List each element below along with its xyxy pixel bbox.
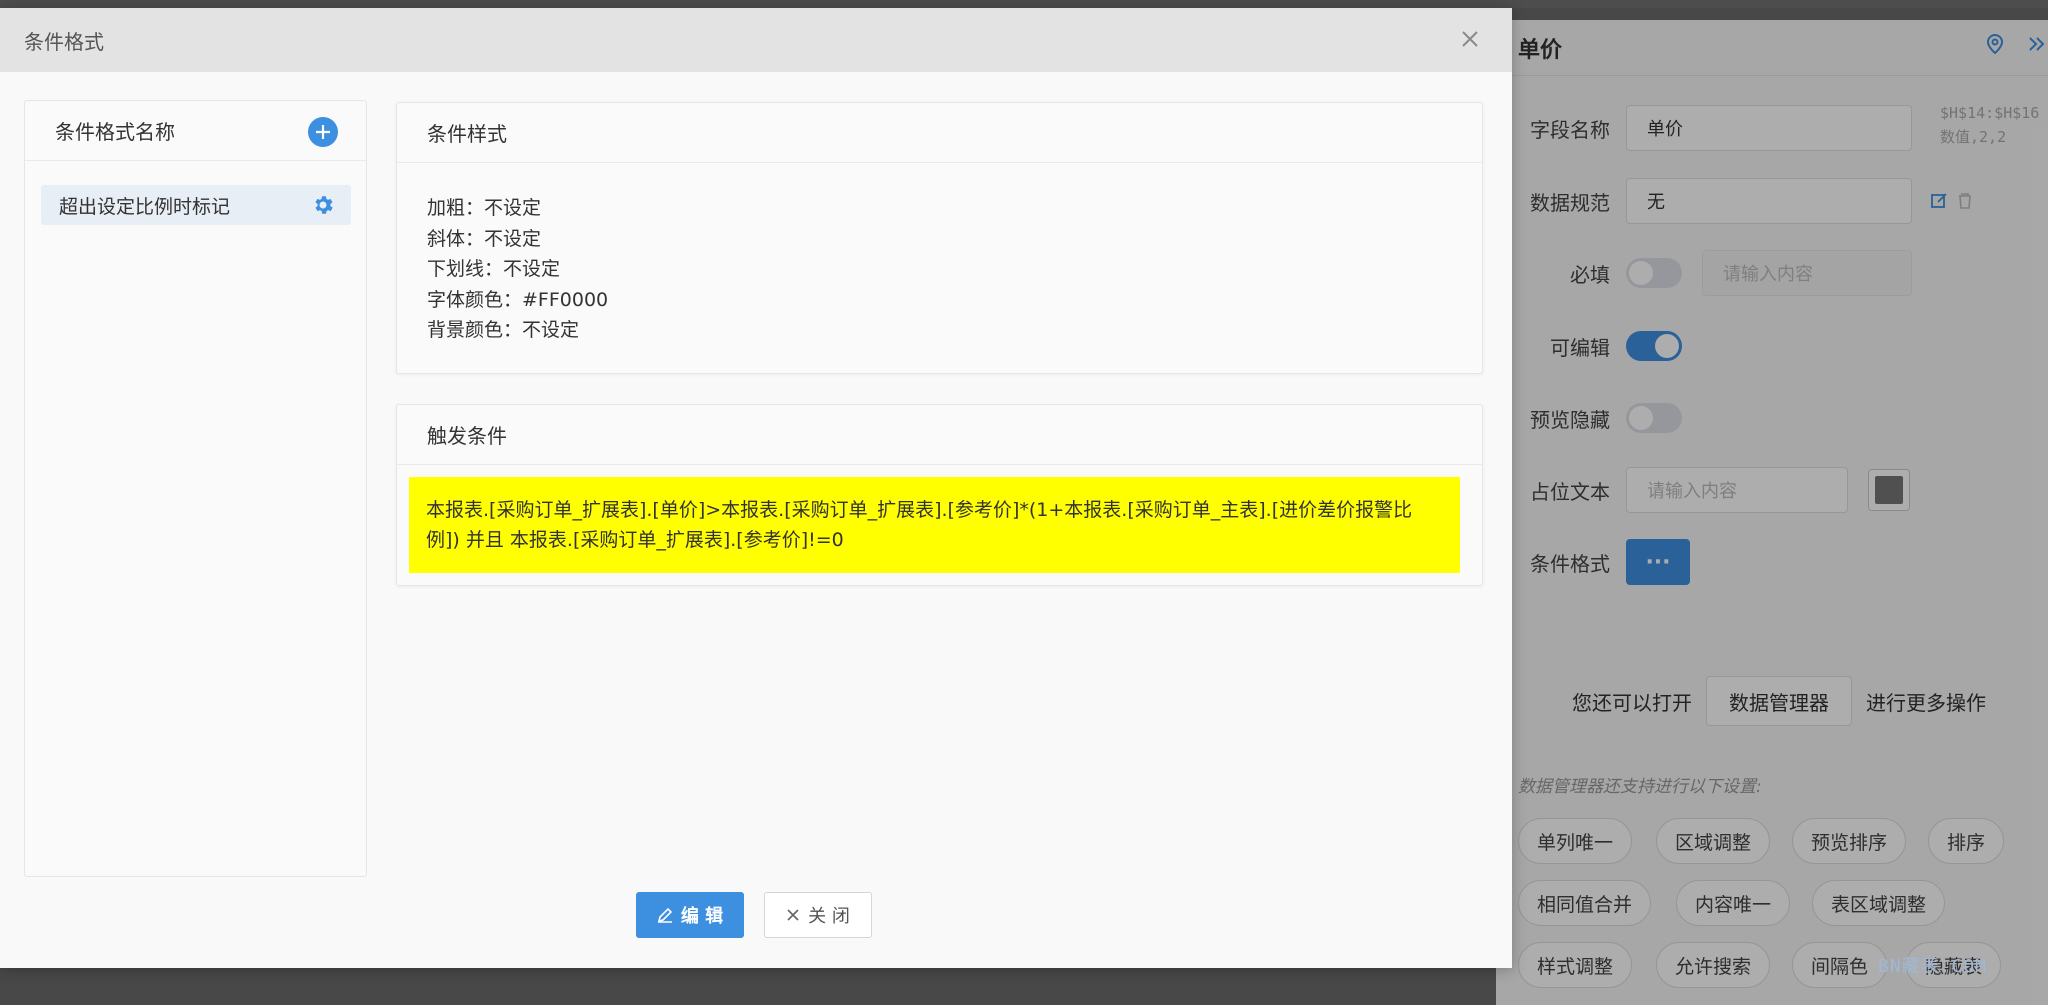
trigger-card: 触发条件 本报表.[采购订单_扩展表].[单价]>本报表.[采购订单_扩展表].… xyxy=(396,404,1483,586)
close-icon[interactable] xyxy=(1458,28,1482,52)
format-list-title: 条件格式名称 xyxy=(55,120,175,144)
close-button[interactable]: 关 闭 xyxy=(764,892,872,938)
x-icon xyxy=(787,909,799,921)
trigger-expression-line-1: 本报表.[采购订单_扩展表].[单价]>本报表.[采购订单_扩展表].[参考价]… xyxy=(426,499,1413,521)
style-background-color: 背景颜色：不设定 xyxy=(427,319,580,341)
style-bold: 加粗：不设定 xyxy=(427,197,542,219)
edit-button[interactable]: 编 辑 xyxy=(636,892,744,938)
style-underline: 下划线：不设定 xyxy=(427,258,561,280)
screen: 单价 $H$14:$H$16 数值,2,2 字段名称 单价 数据规范 无 必填 … xyxy=(0,0,2048,1005)
trigger-expression-line-2: 例]) 并且 本报表.[采购订单_扩展表].[参考价]!=0 xyxy=(426,529,844,551)
dialog-footer: 编 辑 关 闭 xyxy=(636,892,872,938)
style-font-color: 字体颜色：#FF0000 xyxy=(427,288,609,311)
gear-icon[interactable] xyxy=(311,193,335,217)
add-icon[interactable] xyxy=(308,117,338,147)
edit-button-label: 编 辑 xyxy=(680,906,724,927)
style-italic: 斜体：不设定 xyxy=(427,227,542,250)
watermark: BN藏表.COM xyxy=(1878,956,1988,977)
list-item[interactable]: 超出设定比例时标记 xyxy=(41,185,351,225)
conditional-format-dialog: 条件格式 条件格式名称 超出设定比例时标记 条件样式 加粗：不设定 斜体：不设定… xyxy=(0,8,1512,968)
style-lines: 加粗：不设定 斜体：不设定 下划线：不设定 字体颜色：#FF0000 背景颜色：… xyxy=(397,163,1482,346)
style-card-title: 条件样式 xyxy=(397,103,1482,163)
dialog-title: 条件格式 xyxy=(24,29,104,54)
dialog-header: 条件格式 xyxy=(0,8,1512,72)
format-list-panel: 条件格式名称 超出设定比例时标记 xyxy=(24,100,367,877)
top-strip xyxy=(0,0,2048,8)
close-button-label: 关 闭 xyxy=(808,906,850,927)
format-item-label: 超出设定比例时标记 xyxy=(59,195,231,218)
pencil-icon xyxy=(657,907,672,923)
format-list-header: 条件格式名称 xyxy=(25,101,366,161)
trigger-card-title: 触发条件 xyxy=(397,405,1482,465)
trigger-expression: 本报表.[采购订单_扩展表].[单价]>本报表.[采购订单_扩展表].[参考价]… xyxy=(409,477,1460,573)
style-card: 条件样式 加粗：不设定 斜体：不设定 下划线：不设定 字体颜色：#FF0000 … xyxy=(396,102,1483,374)
